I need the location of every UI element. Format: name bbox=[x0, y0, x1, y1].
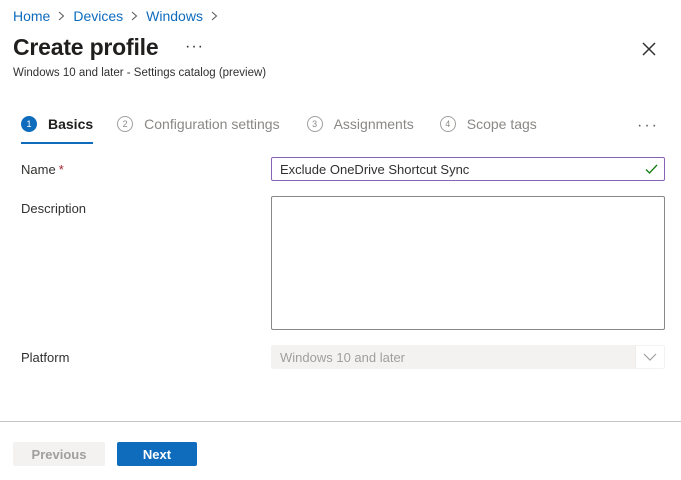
step-configuration-settings[interactable]: 2 Configuration settings bbox=[117, 116, 280, 132]
platform-dropdown: Windows 10 and later bbox=[271, 345, 665, 369]
close-icon[interactable] bbox=[640, 40, 658, 58]
name-label-text: Name bbox=[21, 162, 56, 177]
chevron-right-icon bbox=[131, 11, 138, 21]
step-number: 4 bbox=[439, 116, 456, 132]
step-number: 1 bbox=[21, 116, 37, 132]
platform-label: Platform bbox=[21, 350, 70, 365]
chevron-right-icon bbox=[211, 11, 218, 21]
breadcrumb: Home Devices Windows bbox=[13, 8, 226, 24]
name-input[interactable]: Exclude OneDrive Shortcut Sync bbox=[271, 157, 665, 181]
step-number: 2 bbox=[117, 116, 134, 132]
platform-value: Windows 10 and later bbox=[280, 349, 406, 365]
steps-more-button[interactable]: ··· bbox=[637, 117, 659, 135]
next-button[interactable]: Next bbox=[117, 442, 197, 466]
page-subtitle: Windows 10 and later - Settings catalog … bbox=[13, 67, 267, 79]
step-basics[interactable]: 1 Basics bbox=[21, 116, 94, 144]
step-scope-tags[interactable]: 4 Scope tags bbox=[439, 116, 537, 132]
previous-button: Previous bbox=[13, 442, 105, 466]
step-label: Scope tags bbox=[466, 116, 537, 132]
step-label: Configuration settings bbox=[144, 116, 280, 132]
page-title: Create profile bbox=[13, 34, 159, 60]
breadcrumb-home[interactable]: Home bbox=[13, 8, 50, 24]
checkmark-icon bbox=[645, 164, 658, 174]
wizard-steps: 1 Basics 2 Configuration settings 3 Assi… bbox=[21, 116, 537, 144]
step-label: Assignments bbox=[333, 116, 414, 132]
description-textarea[interactable] bbox=[271, 196, 665, 330]
name-input-value: Exclude OneDrive Shortcut Sync bbox=[280, 161, 470, 177]
chevron-right-icon bbox=[58, 11, 65, 21]
breadcrumb-windows[interactable]: Windows bbox=[146, 8, 203, 24]
more-options-button[interactable]: ··· bbox=[185, 38, 204, 56]
breadcrumb-devices[interactable]: Devices bbox=[73, 8, 123, 24]
chevron-down-icon bbox=[635, 346, 664, 368]
step-number: 3 bbox=[306, 116, 323, 132]
name-label: Name * bbox=[21, 162, 64, 177]
step-label: Basics bbox=[48, 116, 94, 132]
required-indicator: * bbox=[58, 162, 64, 177]
description-label: Description bbox=[21, 201, 87, 216]
step-assignments[interactable]: 3 Assignments bbox=[306, 116, 414, 132]
footer-divider bbox=[0, 421, 681, 422]
